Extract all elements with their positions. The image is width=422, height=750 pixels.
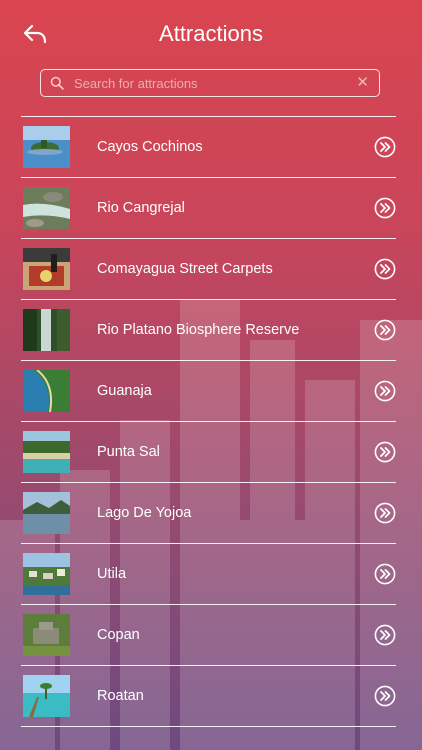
- island-photo: [23, 126, 70, 168]
- page-title: Attractions: [159, 21, 263, 46]
- attraction-list: Cayos Cochinos Rio Cangrejal Comayagua Str…: [21, 116, 396, 727]
- list-item[interactable]: Guanaja: [21, 361, 396, 422]
- ruins-photo: [23, 614, 70, 656]
- list-item-label: Utila: [97, 566, 127, 582]
- double-chevron-right-icon[interactable]: [374, 197, 396, 219]
- list-item-label: Rio Cangrejal: [97, 200, 185, 216]
- list-item[interactable]: Punta Sal: [21, 422, 396, 483]
- list-item-label: Cayos Cochinos: [97, 139, 203, 155]
- list-item[interactable]: Rio Platano Biosphere Reserve: [21, 300, 396, 361]
- double-chevron-right-icon[interactable]: [374, 136, 396, 158]
- list-item[interactable]: Rio Cangrejal: [21, 178, 396, 239]
- top-bar: Attractions: [0, 0, 422, 68]
- waterfall-photo: [23, 309, 70, 351]
- search-bar[interactable]: ✕: [40, 69, 380, 97]
- coast-photo: [23, 370, 70, 412]
- list-item-label: Punta Sal: [97, 444, 160, 460]
- list-item[interactable]: Copan: [21, 605, 396, 666]
- lake-photo: [23, 492, 70, 534]
- list-item-label: Lago De Yojoa: [97, 505, 192, 521]
- list-item-label: Guanaja: [97, 383, 152, 399]
- beach-photo: [23, 431, 70, 473]
- list-item-label: Comayagua Street Carpets: [97, 261, 273, 277]
- list-item[interactable]: Comayagua Street Carpets: [21, 239, 396, 300]
- town-photo: [23, 553, 70, 595]
- search-icon: [50, 76, 64, 90]
- double-chevron-right-icon[interactable]: [374, 319, 396, 341]
- double-chevron-right-icon[interactable]: [374, 502, 396, 524]
- list-item[interactable]: Utila: [21, 544, 396, 605]
- double-chevron-right-icon[interactable]: [374, 441, 396, 463]
- double-chevron-right-icon[interactable]: [374, 685, 396, 707]
- list-item-label: Rio Platano Biosphere Reserve: [97, 322, 300, 338]
- list-item[interactable]: Lago De Yojoa: [21, 483, 396, 544]
- clear-icon[interactable]: ✕: [356, 74, 369, 92]
- double-chevron-right-icon[interactable]: [374, 563, 396, 585]
- double-chevron-right-icon[interactable]: [374, 380, 396, 402]
- list-item-label: Roatan: [97, 688, 144, 704]
- double-chevron-right-icon[interactable]: [374, 624, 396, 646]
- list-item[interactable]: Cayos Cochinos: [21, 117, 396, 178]
- pier-photo: [23, 675, 70, 717]
- list-item[interactable]: Roatan: [21, 666, 396, 727]
- list-item-label: Copan: [97, 627, 140, 643]
- search-input[interactable]: [74, 72, 344, 94]
- carpet-photo: [23, 248, 70, 290]
- river-photo: [23, 187, 70, 229]
- double-chevron-right-icon[interactable]: [374, 258, 396, 280]
